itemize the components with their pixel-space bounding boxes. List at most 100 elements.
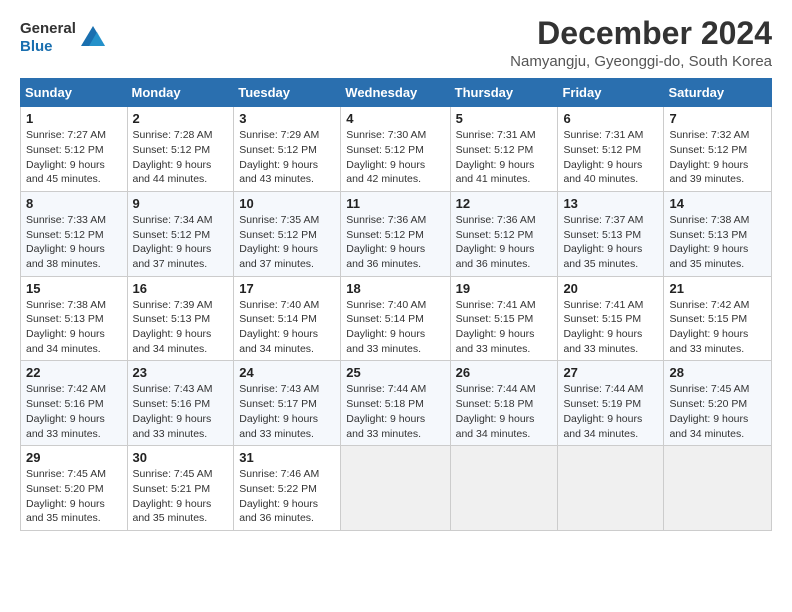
calendar-cell: 6 Sunrise: 7:31 AMSunset: 5:12 PMDayligh… <box>558 107 664 192</box>
day-number: 14 <box>669 196 766 211</box>
calendar-cell: 15 Sunrise: 7:38 AMSunset: 5:13 PMDaylig… <box>21 276 128 361</box>
day-detail: Sunrise: 7:38 AMSunset: 5:13 PMDaylight:… <box>669 214 749 270</box>
day-detail: Sunrise: 7:31 AMSunset: 5:12 PMDaylight:… <box>563 129 643 185</box>
day-detail: Sunrise: 7:44 AMSunset: 5:18 PMDaylight:… <box>346 383 426 439</box>
day-detail: Sunrise: 7:39 AMSunset: 5:13 PMDaylight:… <box>133 299 213 355</box>
calendar-cell: 24 Sunrise: 7:43 AMSunset: 5:17 PMDaylig… <box>234 361 341 446</box>
day-number: 22 <box>26 365 122 380</box>
day-detail: Sunrise: 7:45 AMSunset: 5:20 PMDaylight:… <box>26 468 106 524</box>
calendar-cell: 21 Sunrise: 7:42 AMSunset: 5:15 PMDaylig… <box>664 276 772 361</box>
day-number: 4 <box>346 111 444 126</box>
day-number: 20 <box>563 281 658 296</box>
day-number: 9 <box>133 196 229 211</box>
day-number: 30 <box>133 450 229 465</box>
logo-icon <box>79 24 107 52</box>
calendar-cell <box>450 446 558 531</box>
calendar-table: Sunday Monday Tuesday Wednesday Thursday… <box>20 78 772 531</box>
day-number: 18 <box>346 281 444 296</box>
calendar-cell: 20 Sunrise: 7:41 AMSunset: 5:15 PMDaylig… <box>558 276 664 361</box>
day-detail: Sunrise: 7:36 AMSunset: 5:12 PMDaylight:… <box>456 214 536 270</box>
day-detail: Sunrise: 7:29 AMSunset: 5:12 PMDaylight:… <box>239 129 319 185</box>
day-detail: Sunrise: 7:30 AMSunset: 5:12 PMDaylight:… <box>346 129 426 185</box>
day-detail: Sunrise: 7:27 AMSunset: 5:12 PMDaylight:… <box>26 129 106 185</box>
day-number: 2 <box>133 111 229 126</box>
day-number: 1 <box>26 111 122 126</box>
header-thursday: Thursday <box>450 79 558 107</box>
day-number: 11 <box>346 196 444 211</box>
day-detail: Sunrise: 7:42 AMSunset: 5:16 PMDaylight:… <box>26 383 106 439</box>
calendar-row-1: 8 Sunrise: 7:33 AMSunset: 5:12 PMDayligh… <box>21 191 772 276</box>
day-number: 23 <box>133 365 229 380</box>
day-number: 17 <box>239 281 335 296</box>
calendar-cell: 25 Sunrise: 7:44 AMSunset: 5:18 PMDaylig… <box>341 361 450 446</box>
day-detail: Sunrise: 7:44 AMSunset: 5:19 PMDaylight:… <box>563 383 643 439</box>
calendar-cell: 10 Sunrise: 7:35 AMSunset: 5:12 PMDaylig… <box>234 191 341 276</box>
day-number: 25 <box>346 365 444 380</box>
header-saturday: Saturday <box>664 79 772 107</box>
day-number: 21 <box>669 281 766 296</box>
calendar-cell: 1 Sunrise: 7:27 AMSunset: 5:12 PMDayligh… <box>21 107 128 192</box>
day-number: 24 <box>239 365 335 380</box>
day-detail: Sunrise: 7:35 AMSunset: 5:12 PMDaylight:… <box>239 214 319 270</box>
calendar-row-3: 22 Sunrise: 7:42 AMSunset: 5:16 PMDaylig… <box>21 361 772 446</box>
calendar-cell: 16 Sunrise: 7:39 AMSunset: 5:13 PMDaylig… <box>127 276 234 361</box>
logo-general: General <box>20 20 76 38</box>
calendar-cell: 27 Sunrise: 7:44 AMSunset: 5:19 PMDaylig… <box>558 361 664 446</box>
calendar-cell: 4 Sunrise: 7:30 AMSunset: 5:12 PMDayligh… <box>341 107 450 192</box>
calendar-cell: 3 Sunrise: 7:29 AMSunset: 5:12 PMDayligh… <box>234 107 341 192</box>
day-detail: Sunrise: 7:34 AMSunset: 5:12 PMDaylight:… <box>133 214 213 270</box>
calendar-cell: 23 Sunrise: 7:43 AMSunset: 5:16 PMDaylig… <box>127 361 234 446</box>
day-detail: Sunrise: 7:41 AMSunset: 5:15 PMDaylight:… <box>563 299 643 355</box>
day-number: 31 <box>239 450 335 465</box>
calendar-cell: 22 Sunrise: 7:42 AMSunset: 5:16 PMDaylig… <box>21 361 128 446</box>
header-tuesday: Tuesday <box>234 79 341 107</box>
calendar-cell: 11 Sunrise: 7:36 AMSunset: 5:12 PMDaylig… <box>341 191 450 276</box>
header-monday: Monday <box>127 79 234 107</box>
title-block: December 2024 Namyangju, Gyeonggi-do, So… <box>510 16 772 70</box>
day-detail: Sunrise: 7:44 AMSunset: 5:18 PMDaylight:… <box>456 383 536 439</box>
logo-blue: Blue <box>20 38 76 56</box>
day-number: 19 <box>456 281 553 296</box>
day-number: 8 <box>26 196 122 211</box>
calendar-cell: 2 Sunrise: 7:28 AMSunset: 5:12 PMDayligh… <box>127 107 234 192</box>
day-number: 26 <box>456 365 553 380</box>
calendar-cell: 13 Sunrise: 7:37 AMSunset: 5:13 PMDaylig… <box>558 191 664 276</box>
day-detail: Sunrise: 7:41 AMSunset: 5:15 PMDaylight:… <box>456 299 536 355</box>
calendar-header-row: Sunday Monday Tuesday Wednesday Thursday… <box>21 79 772 107</box>
day-detail: Sunrise: 7:38 AMSunset: 5:13 PMDaylight:… <box>26 299 106 355</box>
day-number: 5 <box>456 111 553 126</box>
calendar-cell <box>558 446 664 531</box>
day-number: 10 <box>239 196 335 211</box>
day-detail: Sunrise: 7:43 AMSunset: 5:17 PMDaylight:… <box>239 383 319 439</box>
calendar-cell: 14 Sunrise: 7:38 AMSunset: 5:13 PMDaylig… <box>664 191 772 276</box>
day-detail: Sunrise: 7:31 AMSunset: 5:12 PMDaylight:… <box>456 129 536 185</box>
day-number: 28 <box>669 365 766 380</box>
calendar-cell: 9 Sunrise: 7:34 AMSunset: 5:12 PMDayligh… <box>127 191 234 276</box>
day-detail: Sunrise: 7:40 AMSunset: 5:14 PMDaylight:… <box>239 299 319 355</box>
day-detail: Sunrise: 7:32 AMSunset: 5:12 PMDaylight:… <box>669 129 749 185</box>
day-detail: Sunrise: 7:46 AMSunset: 5:22 PMDaylight:… <box>239 468 319 524</box>
calendar-cell: 18 Sunrise: 7:40 AMSunset: 5:14 PMDaylig… <box>341 276 450 361</box>
day-detail: Sunrise: 7:33 AMSunset: 5:12 PMDaylight:… <box>26 214 106 270</box>
calendar-cell <box>664 446 772 531</box>
day-number: 27 <box>563 365 658 380</box>
day-number: 12 <box>456 196 553 211</box>
calendar-cell: 28 Sunrise: 7:45 AMSunset: 5:20 PMDaylig… <box>664 361 772 446</box>
day-number: 15 <box>26 281 122 296</box>
day-detail: Sunrise: 7:37 AMSunset: 5:13 PMDaylight:… <box>563 214 643 270</box>
day-number: 7 <box>669 111 766 126</box>
header-friday: Friday <box>558 79 664 107</box>
day-number: 16 <box>133 281 229 296</box>
calendar-cell: 7 Sunrise: 7:32 AMSunset: 5:12 PMDayligh… <box>664 107 772 192</box>
calendar-row-0: 1 Sunrise: 7:27 AMSunset: 5:12 PMDayligh… <box>21 107 772 192</box>
day-detail: Sunrise: 7:45 AMSunset: 5:20 PMDaylight:… <box>669 383 749 439</box>
calendar-cell: 19 Sunrise: 7:41 AMSunset: 5:15 PMDaylig… <box>450 276 558 361</box>
day-detail: Sunrise: 7:43 AMSunset: 5:16 PMDaylight:… <box>133 383 213 439</box>
day-detail: Sunrise: 7:45 AMSunset: 5:21 PMDaylight:… <box>133 468 213 524</box>
calendar-cell: 8 Sunrise: 7:33 AMSunset: 5:12 PMDayligh… <box>21 191 128 276</box>
logo: General Blue <box>20 20 107 56</box>
calendar-cell: 12 Sunrise: 7:36 AMSunset: 5:12 PMDaylig… <box>450 191 558 276</box>
header-wednesday: Wednesday <box>341 79 450 107</box>
day-number: 6 <box>563 111 658 126</box>
header-sunday: Sunday <box>21 79 128 107</box>
